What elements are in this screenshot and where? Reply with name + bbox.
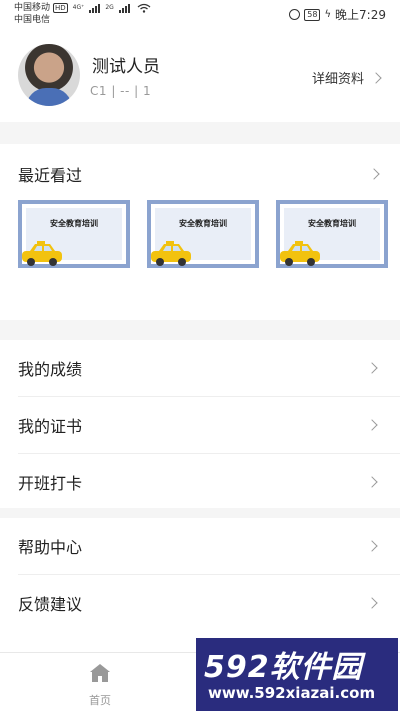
- menu-item-label: 我的成绩: [18, 360, 83, 379]
- carrier-2-name: 中国电信: [14, 15, 51, 25]
- avatar[interactable]: [18, 44, 80, 106]
- alarm-icon: [289, 9, 301, 20]
- car-icon: [151, 241, 191, 266]
- recent-header[interactable]: 最近看过: [0, 148, 400, 198]
- tab-home-label: 首页: [89, 694, 111, 707]
- profile-name: 测试人员: [92, 57, 160, 77]
- tab-home[interactable]: 首页: [50, 663, 150, 708]
- section-divider: [0, 122, 400, 144]
- chevron-right-icon: [366, 476, 378, 488]
- charging-icon: ϟ: [324, 9, 332, 20]
- status-bar: 中国移动 HD 4G⁺ 2G 中国电信 58 ϟ 晚上7:29: [0, 0, 400, 30]
- car-icon: [22, 241, 62, 266]
- menu-item-help-center[interactable]: 帮助中心: [18, 518, 400, 575]
- wifi-icon: [137, 3, 151, 13]
- menu-item-class-checkin[interactable]: 开班打卡: [18, 454, 400, 510]
- menu-item-label: 帮助中心: [18, 538, 83, 557]
- watermark-url: www.592xiazai.com: [208, 684, 376, 702]
- recent-item[interactable]: 安全教育培训: [276, 200, 388, 268]
- chevron-right-icon: [370, 71, 382, 84]
- chevron-right-icon: [366, 419, 378, 431]
- network-type-1: 4G⁺: [72, 4, 85, 11]
- profile-header[interactable]: 测试人员 C1 | -- | 1 详细资料: [0, 36, 400, 120]
- recent-item-label: 安全教育培训: [50, 219, 98, 228]
- network-type-2: 2G: [105, 4, 114, 11]
- chevron-right-icon: [366, 540, 378, 552]
- recent-item[interactable]: 安全教育培训: [18, 200, 130, 268]
- status-left: 中国移动 HD 4G⁺ 2G 中国电信: [14, 2, 151, 26]
- battery-icon: 58: [304, 8, 321, 21]
- menu-item-label: 反馈建议: [18, 595, 83, 614]
- section-divider: [0, 508, 400, 518]
- chevron-right-icon: [366, 362, 378, 374]
- home-icon: [90, 664, 110, 682]
- status-right: 58 ϟ 晚上7:29: [289, 6, 386, 23]
- signal-bars-1-icon: [89, 3, 101, 13]
- status-time: 晚上7:29: [335, 8, 386, 22]
- signal-bars-2-icon: [118, 3, 130, 13]
- hd-badge: HD: [53, 3, 68, 13]
- profile-detail-link[interactable]: 详细资料: [311, 68, 382, 87]
- recent-list: 安全教育培训 安全教育培训 安全教育培训: [18, 200, 388, 268]
- avatar-shirt: [26, 88, 72, 106]
- chevron-right-icon: [368, 168, 380, 180]
- watermark-logo: 592软件园 www.592xiazai.com: [196, 638, 398, 711]
- recent-item[interactable]: 安全教育培训: [147, 200, 259, 268]
- section-divider: [0, 320, 400, 340]
- menu-item-scores[interactable]: 我的成绩: [18, 340, 400, 397]
- watermark-title: 592软件园: [204, 650, 363, 685]
- menu-group-records: 我的成绩 我的证书 开班打卡: [0, 340, 400, 510]
- profile-detail-label: 详细资料: [311, 72, 364, 87]
- recent-item-label: 安全教育培训: [179, 219, 227, 228]
- menu-item-feedback[interactable]: 反馈建议: [18, 575, 400, 631]
- chevron-right-icon: [366, 597, 378, 609]
- menu-group-support: 帮助中心 反馈建议: [0, 518, 400, 631]
- menu-item-label: 开班打卡: [18, 474, 83, 493]
- carrier-1-name: 中国移动: [14, 3, 51, 13]
- recent-title: 最近看过: [18, 166, 83, 185]
- menu-item-label: 我的证书: [18, 417, 83, 436]
- car-icon: [280, 241, 320, 266]
- menu-item-certificates[interactable]: 我的证书: [18, 397, 400, 454]
- profile-subtitle: C1 | -- | 1: [90, 84, 152, 98]
- recent-item-label: 安全教育培训: [308, 219, 356, 228]
